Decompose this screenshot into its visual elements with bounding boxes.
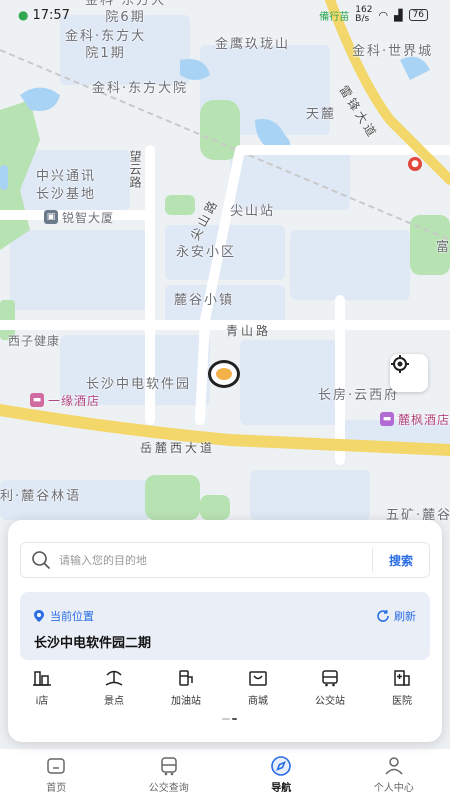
hotel-poi-icon: ▬: [380, 412, 394, 426]
quick-link-bus-stop[interactable]: 公交站: [300, 668, 360, 714]
tab-bus-query[interactable]: 公交查询: [119, 755, 219, 794]
map-label: 岳麓西大道: [140, 441, 216, 455]
quick-link-hotel[interactable]: i店: [12, 668, 72, 714]
status-time: 17:57: [32, 7, 70, 23]
map-label: 西子健康: [8, 334, 61, 348]
current-location-label-text: 当前位置: [50, 610, 94, 623]
map-label: 长沙中电软件园: [86, 377, 192, 392]
signal-icon: ▟: [394, 8, 403, 22]
quick-link-mall[interactable]: 商城: [228, 668, 288, 714]
current-location-marker: [208, 360, 240, 388]
tab-label: 公交查询: [148, 783, 189, 794]
destination-search-input[interactable]: [59, 553, 372, 567]
quick-link-label: 公交站: [315, 696, 345, 707]
map-label: 青山路: [226, 324, 272, 338]
bottom-tab-bar: 首页 公交查询 导航 个人中心: [0, 748, 450, 800]
location-pin-icon: [34, 610, 44, 622]
current-location-label: 当前位置: [34, 608, 94, 624]
home-icon: [47, 758, 65, 774]
quick-link-label: 加油站: [171, 696, 201, 707]
map-label: 锐智大厦: [62, 211, 115, 225]
status-bar: ● 17:57 備行苗 162 B/s ◠ ▟ 76: [0, 0, 450, 30]
gas-station-poi-icon: ●: [408, 157, 422, 171]
building-poi-icon: ▣: [44, 210, 58, 224]
map-label: 金科·东方大 院1期: [65, 29, 147, 61]
search-button[interactable]: 搜索: [373, 552, 429, 569]
page-dot: [222, 718, 230, 720]
quick-link-label: 商城: [248, 696, 268, 707]
mall-icon: [249, 671, 267, 686]
map-label: 金科·世界城: [352, 44, 434, 59]
current-location-card: 当前位置 刷新 长沙中电软件园二期: [20, 592, 430, 660]
destination-panel: 搜索 当前位置 刷新 长沙中电软件园二期 i店: [8, 520, 442, 742]
quick-link-hospital[interactable]: 医院: [372, 668, 432, 714]
quick-link-label: i店: [35, 696, 49, 707]
map-label: 一缘酒店: [48, 394, 101, 408]
wifi-icon: ◠: [378, 8, 389, 22]
bus-icon: [161, 757, 177, 776]
map-label: 天麓: [306, 107, 337, 122]
map-label: 金鹰玖珑山: [215, 37, 291, 52]
map-label: 利·麓谷林语: [0, 489, 82, 504]
page-indicator: [222, 718, 237, 720]
tab-navigation[interactable]: 导航: [231, 755, 331, 794]
app-notification-icon: ●: [18, 8, 29, 22]
tab-label: 导航: [271, 783, 292, 794]
quick-link-label: 医院: [392, 696, 412, 707]
tab-profile[interactable]: 个人中心: [344, 755, 444, 794]
quick-link-scenic[interactable]: 景点: [84, 668, 144, 714]
map-label: 中兴通讯 长沙基地: [36, 169, 97, 202]
refresh-button[interactable]: 刷新: [376, 608, 416, 624]
hotel-poi-icon: ▬: [30, 393, 44, 407]
network-speed: 162 B/s: [355, 5, 373, 24]
refresh-label: 刷新: [394, 610, 416, 623]
locate-button[interactable]: [390, 354, 428, 392]
top-poi-label: 備行苗: [319, 11, 350, 23]
user-icon: [385, 757, 403, 775]
current-location-name: 长沙中电软件园二期: [34, 636, 152, 651]
map-label: 永安小区: [176, 245, 237, 260]
map-label: 尖山站: [230, 204, 276, 219]
battery-indicator: 76: [408, 9, 428, 21]
map-label: 富: [436, 240, 450, 255]
tab-home[interactable]: 首页: [6, 755, 106, 794]
quick-link-label: 景点: [104, 696, 124, 707]
bus-stop-icon: [322, 670, 338, 687]
tab-label: 首页: [46, 783, 67, 794]
tab-label: 个人中心: [373, 783, 414, 794]
map-label: 长房·云西府: [318, 388, 400, 403]
map-label: 麓枫酒店: [398, 413, 450, 427]
compass-icon: [271, 756, 292, 776]
refresh-icon: [377, 609, 389, 622]
map-label: 金科·东方大院: [92, 81, 189, 96]
hospital-icon: [394, 670, 410, 686]
hotel-icon: [33, 671, 51, 686]
page-dot-active: [232, 718, 237, 720]
search-icon: [32, 551, 50, 569]
quick-category-row: i店 景点 加油站 商城 公交站 医院: [8, 668, 442, 714]
map-label: 麓谷小镇: [174, 293, 235, 308]
locate-icon: [391, 355, 409, 373]
search-bar: 搜索: [20, 542, 430, 578]
gas-station-icon: [179, 670, 193, 686]
scenic-icon: [105, 670, 123, 686]
quick-link-gas-station[interactable]: 加油站: [156, 668, 216, 714]
map-label: 望云路: [128, 150, 142, 189]
